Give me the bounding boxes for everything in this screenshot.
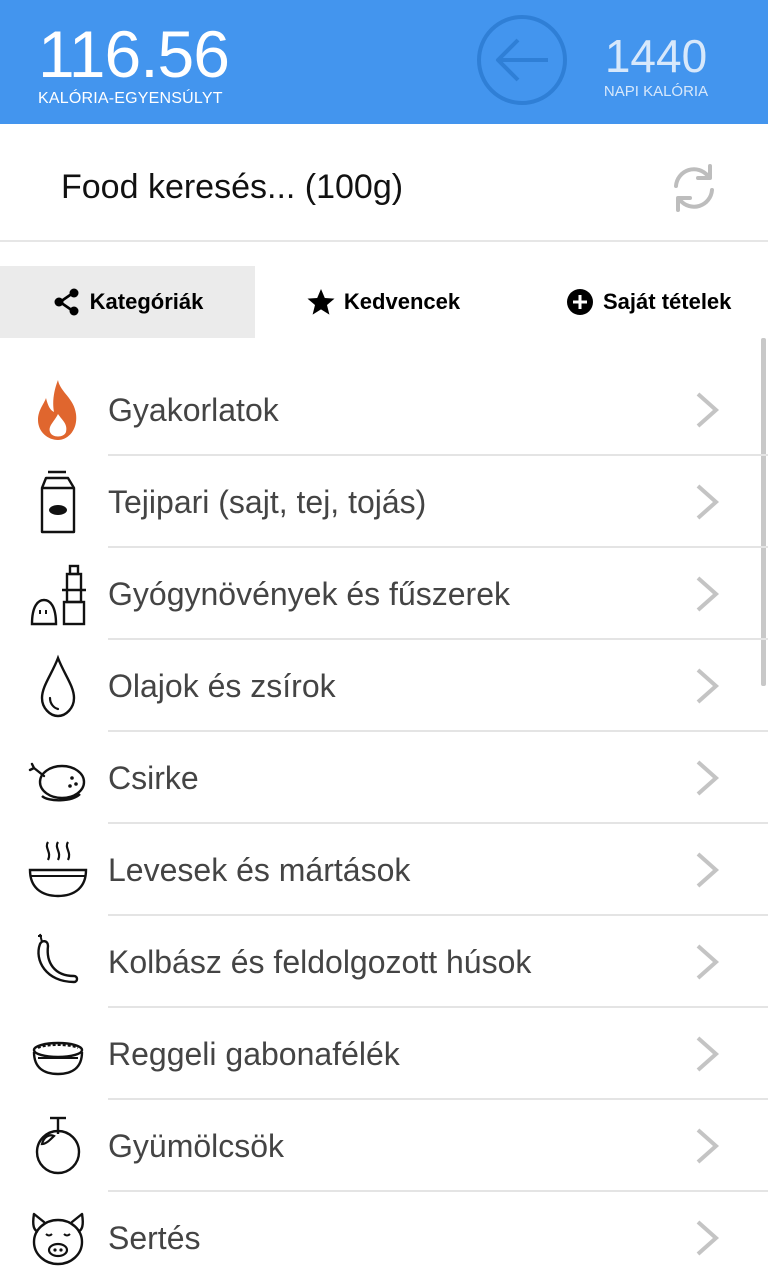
tab-own-items[interactable]: Saját tételek (511, 266, 768, 338)
star-icon (307, 289, 335, 315)
category-list: Gyakorlatok Tejipari (sajt, tej, tojás) … (0, 364, 768, 1280)
list-item[interactable]: Tejipari (sajt, tej, tojás) (0, 456, 768, 548)
chicken-icon (28, 762, 86, 802)
food-search-bar[interactable]: Food keresés... (100g) (0, 124, 768, 242)
category-label: Tejipari (sajt, tej, tojás) (108, 484, 427, 520)
tab-own-items-label: Saját tételek (603, 289, 732, 314)
category-label: Kolbász és feldolgozott húsok (108, 944, 532, 980)
cereal-bowl-icon (32, 1041, 84, 1076)
list-item[interactable]: Gyógynövények és fűszerek (0, 548, 768, 640)
list-item[interactable]: Reggeli gabonafélék (0, 1008, 768, 1100)
category-label: Reggeli gabonafélék (108, 1036, 400, 1072)
arrow-left-icon (477, 15, 567, 105)
list-item[interactable]: Olajok és zsírok (0, 640, 768, 732)
calorie-header: 116.56 KALÓRIA-EGYENSÚLYT 1440 NAPI KALÓ… (0, 0, 768, 124)
spice-grinder-icon (30, 564, 86, 626)
tab-bar: Kategóriák Kedvencek Saját tételek (0, 266, 768, 338)
category-label: Gyümölcsök (108, 1128, 285, 1164)
daily-calorie-value: 1440 (604, 30, 708, 82)
share-icon (54, 288, 79, 316)
list-item[interactable]: Levesek és mártások (0, 824, 768, 916)
list-item[interactable]: Kolbász és feldolgozott húsok (0, 916, 768, 1008)
chevron-right-icon (696, 484, 720, 520)
soup-bowl-icon (28, 841, 88, 898)
category-label: Olajok és zsírok (108, 668, 336, 704)
chevron-right-icon (696, 852, 720, 888)
chevron-right-icon (696, 392, 720, 428)
pig-icon (32, 1212, 84, 1266)
category-label: Gyógynövények és fűszerek (108, 576, 510, 612)
oil-drop-icon (40, 654, 76, 718)
refresh-icon (674, 164, 714, 212)
sausage-icon (37, 933, 79, 984)
tab-categories-label: Kategóriák (89, 289, 204, 314)
category-label: Sertés (108, 1220, 201, 1256)
category-label: Gyakorlatok (108, 392, 279, 428)
calorie-balance-value: 116.56 (38, 17, 230, 91)
plus-circle-icon (567, 289, 593, 315)
list-item[interactable]: Gyakorlatok (0, 364, 768, 456)
back-button[interactable] (476, 14, 568, 106)
category-label: Levesek és mártások (108, 852, 411, 888)
chevron-right-icon (696, 944, 720, 980)
milk-carton-icon (40, 470, 76, 534)
tab-favorites[interactable]: Kedvencek (255, 266, 511, 338)
chevron-right-icon (696, 1128, 720, 1164)
tab-favorites-label: Kedvencek (343, 289, 461, 314)
food-search-input[interactable]: Food keresés... (100g) (61, 168, 403, 207)
refresh-button[interactable] (666, 160, 722, 216)
daily-calorie-label: NAPI KALÓRIA (603, 83, 709, 100)
chevron-right-icon (696, 576, 720, 612)
calorie-balance-label: KALÓRIA-EGYENSÚLYT (38, 90, 223, 107)
list-item[interactable]: Sertés (0, 1192, 768, 1280)
tab-categories[interactable]: Kategóriák (0, 266, 255, 338)
chevron-right-icon (696, 1036, 720, 1072)
flame-icon (38, 380, 77, 440)
category-label: Csirke (108, 760, 199, 796)
list-item[interactable]: Gyümölcsök (0, 1100, 768, 1192)
fruit-icon (35, 1116, 81, 1175)
chevron-right-icon (696, 760, 720, 796)
list-item[interactable]: Csirke (0, 732, 768, 824)
chevron-right-icon (696, 668, 720, 704)
chevron-right-icon (696, 1220, 720, 1256)
